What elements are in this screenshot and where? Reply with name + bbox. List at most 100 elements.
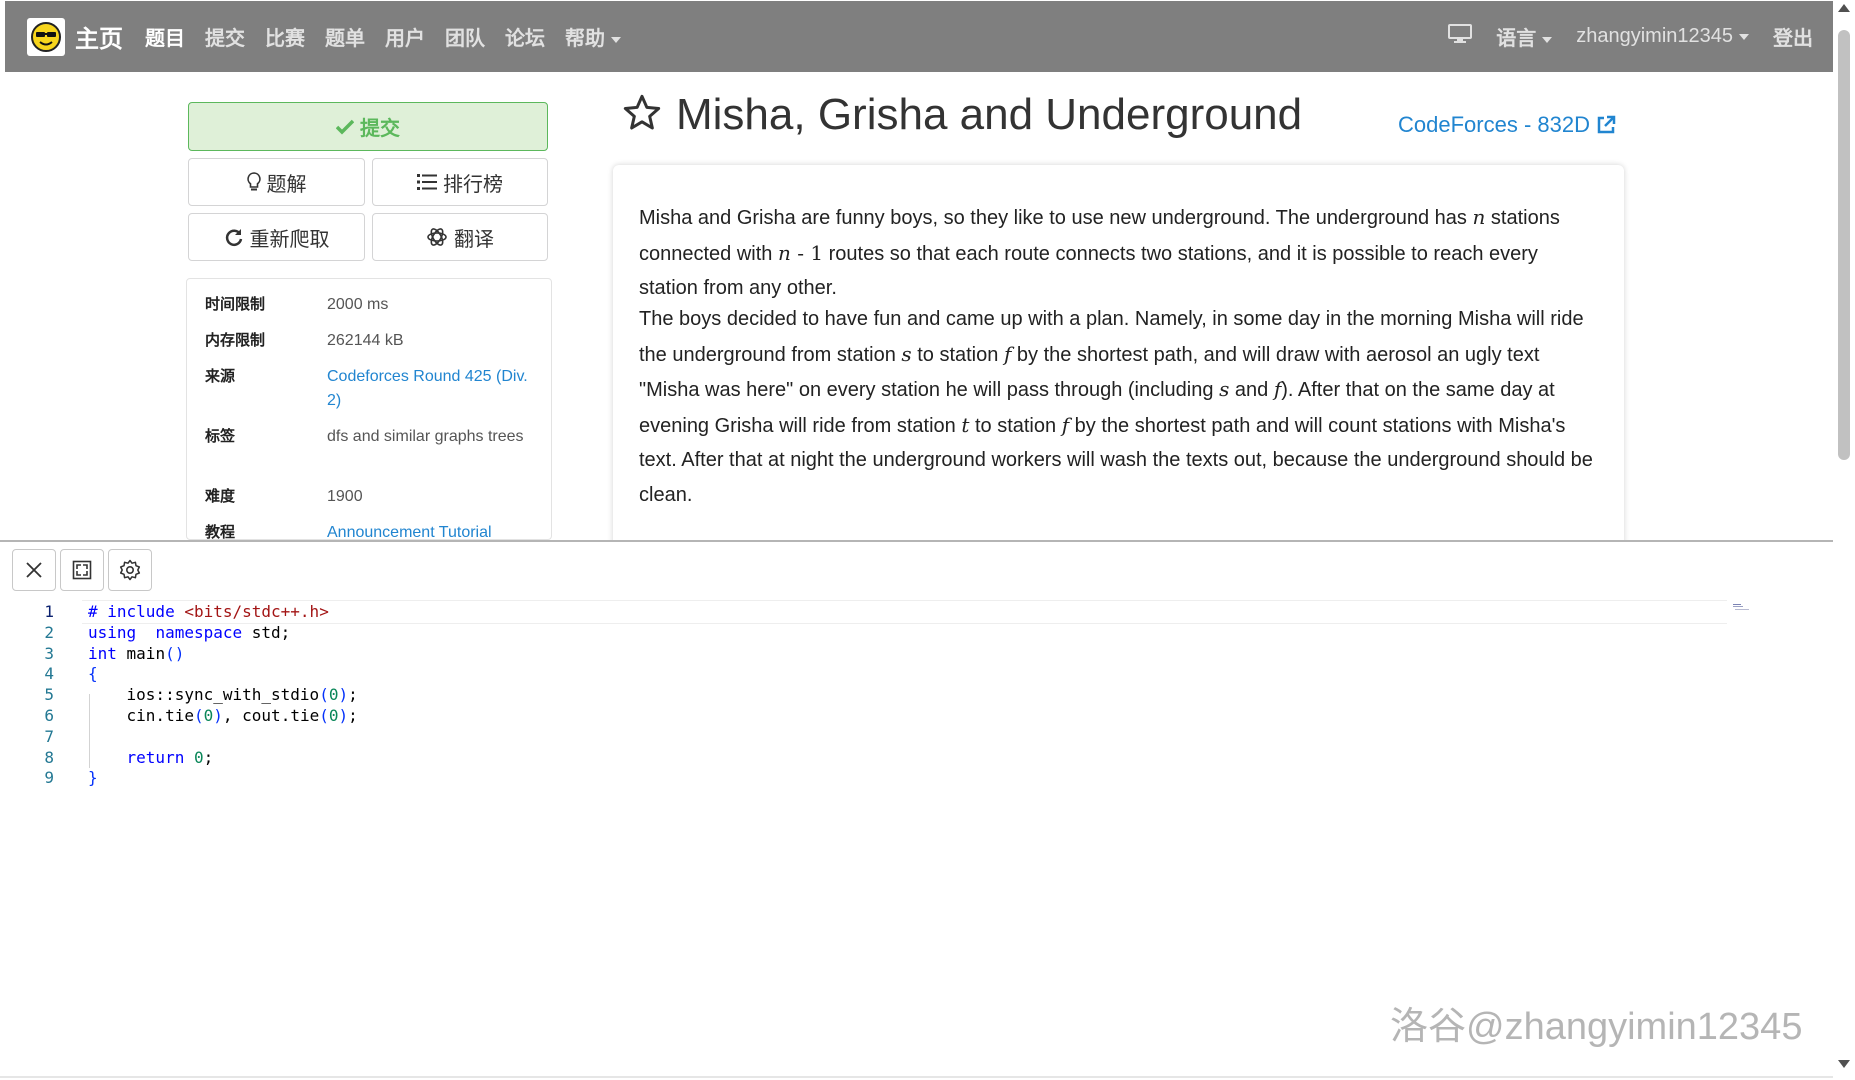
editor-settings-button[interactable] bbox=[108, 549, 152, 591]
external-source-link[interactable]: CodeForces - 832D bbox=[1398, 112, 1616, 138]
nav-problems[interactable]: 题目 bbox=[145, 22, 185, 51]
editor-bottom-border bbox=[0, 1076, 1833, 1078]
nav-help-dropdown[interactable]: 帮助 bbox=[565, 22, 621, 51]
smiley-logo-icon[interactable] bbox=[27, 17, 65, 56]
top-navbar: 主页 题目 提交 比赛 题单 用户 团队 论坛 帮助 语言 zhangyimin… bbox=[5, 1, 1833, 72]
code-token: ) bbox=[213, 706, 223, 725]
code-token: 0 bbox=[328, 706, 339, 725]
memory-limit-row: 内存限制 262144 kB bbox=[205, 329, 545, 353]
logout-link[interactable]: 登出 bbox=[1773, 22, 1813, 51]
code-line[interactable]: } bbox=[88, 768, 98, 787]
statement-segment: and bbox=[1229, 379, 1274, 401]
ranking-button[interactable]: 排行榜 bbox=[372, 158, 548, 206]
chevron-down-icon bbox=[611, 36, 621, 43]
refresh-icon bbox=[224, 227, 244, 247]
refetch-button[interactable]: 重新爬取 bbox=[188, 213, 365, 261]
user-dropdown[interactable]: zhangyimin12345 bbox=[1576, 25, 1749, 48]
code-token: () bbox=[165, 643, 185, 663]
code-token: # include bbox=[88, 602, 185, 621]
problem-title-row: Misha, Grisha and Underground bbox=[622, 90, 1302, 140]
code-line[interactable]: cin.tie(0), cout.tie(0); bbox=[88, 706, 358, 725]
external-link-icon bbox=[1596, 115, 1616, 135]
code-token: ( bbox=[319, 706, 329, 725]
code-line[interactable]: return 0; bbox=[88, 747, 214, 767]
close-icon bbox=[24, 560, 44, 580]
chevron-down-icon bbox=[1542, 36, 1553, 43]
code-line[interactable]: # include <bits/stdc++.h> bbox=[88, 602, 329, 621]
statement-paragraph-1: Misha and Grisha are funny boys, so they… bbox=[639, 200, 1599, 306]
star-icon[interactable] bbox=[622, 93, 662, 138]
difficulty-row: 难度 1900 bbox=[205, 485, 545, 509]
navbar-right: 语言 zhangyimin12345 登出 bbox=[1436, 22, 1825, 51]
statement-segment: n bbox=[777, 240, 791, 265]
external-source-label: CodeForces - 832D bbox=[1398, 112, 1590, 137]
code-token: <bits/stdc++.h> bbox=[184, 602, 329, 621]
scroll-up-arrow-icon[interactable] bbox=[1838, 4, 1850, 12]
code-token: 0 bbox=[203, 706, 214, 725]
line-number: 9 bbox=[44, 768, 54, 788]
code-token: 0 bbox=[193, 747, 204, 767]
line-number: 5 bbox=[44, 685, 54, 705]
solution-label: 题解 bbox=[266, 173, 307, 196]
line-number: 3 bbox=[44, 643, 54, 663]
problem-title: Misha, Grisha and Underground bbox=[676, 90, 1303, 139]
code-token: namespace bbox=[155, 622, 243, 642]
nav-users[interactable]: 用户 bbox=[385, 22, 425, 51]
line-number: 8 bbox=[44, 747, 54, 767]
nav-submissions[interactable]: 提交 bbox=[205, 22, 245, 51]
tags-label: 标签 bbox=[205, 428, 236, 445]
translate-button[interactable]: 翻译 bbox=[372, 213, 548, 261]
refetch-label: 重新爬取 bbox=[249, 228, 330, 251]
statement-segment: s bbox=[1219, 377, 1230, 401]
difficulty-label: 难度 bbox=[205, 488, 236, 505]
statement-segment: s bbox=[901, 341, 912, 366]
statement-segment: n bbox=[1472, 205, 1486, 229]
source-link[interactable]: Codeforces Round 425 (Div. 2) bbox=[327, 365, 545, 413]
gear-icon bbox=[119, 559, 141, 581]
tutorial-link[interactable]: Announcement Tutorial bbox=[327, 521, 492, 540]
language-label: 语言 bbox=[1496, 28, 1537, 50]
code-token: , cout.tie bbox=[222, 706, 320, 725]
code-token: ; bbox=[348, 706, 358, 725]
ranking-label: 排行榜 bbox=[443, 173, 503, 196]
line-number: 2 bbox=[44, 622, 54, 642]
indent-guide bbox=[89, 694, 90, 768]
code-line[interactable]: int main() bbox=[88, 644, 184, 663]
time-limit-label: 时间限制 bbox=[205, 296, 266, 313]
memory-limit-value: 262144 kB bbox=[327, 332, 404, 349]
language-dropdown[interactable]: 语言 bbox=[1496, 22, 1553, 51]
code-token: int bbox=[88, 643, 117, 663]
code-token: cin.tie bbox=[88, 706, 194, 725]
code-token: ios::sync_with_stdio bbox=[88, 685, 320, 705]
code-token: ( bbox=[193, 706, 204, 725]
scroll-down-arrow-icon[interactable] bbox=[1838, 1060, 1850, 1068]
nav-teams[interactable]: 团队 bbox=[445, 22, 485, 51]
nav-problem-lists[interactable]: 题单 bbox=[325, 22, 365, 51]
split-divider[interactable] bbox=[0, 540, 1833, 542]
watermark: 洛谷@zhangyimin12345 bbox=[1390, 1006, 1803, 1048]
solution-button[interactable]: 题解 bbox=[188, 158, 365, 206]
scrollbar-thumb[interactable] bbox=[1838, 30, 1850, 460]
line-number: 4 bbox=[44, 664, 54, 684]
check-icon bbox=[336, 119, 354, 135]
fullscreen-icon bbox=[72, 560, 92, 580]
fullscreen-button[interactable] bbox=[60, 549, 104, 591]
code-line[interactable]: using namespace std; bbox=[88, 623, 290, 642]
tags-value[interactable]: dfs and similar graphs trees bbox=[327, 425, 527, 449]
monitor-icon[interactable] bbox=[1448, 23, 1473, 50]
close-editor-button[interactable] bbox=[12, 549, 56, 591]
brand-home-link[interactable]: 主页 bbox=[75, 19, 123, 54]
code-line[interactable]: { bbox=[88, 664, 98, 683]
code-token: ; bbox=[348, 685, 358, 705]
statement-segment: to station bbox=[969, 414, 1062, 437]
submit-button[interactable]: 提交 bbox=[188, 102, 548, 151]
line-number: 1 bbox=[44, 602, 54, 621]
lightbulb-icon bbox=[246, 172, 261, 192]
code-token: std; bbox=[242, 622, 291, 642]
nav-contests[interactable]: 比赛 bbox=[265, 22, 305, 51]
difficulty-value: 1900 bbox=[327, 488, 363, 505]
nav-forum[interactable]: 论坛 bbox=[505, 22, 545, 51]
editor-minimap[interactable] bbox=[1733, 598, 1753, 610]
code-line[interactable]: ios::sync_with_stdio(0); bbox=[88, 685, 358, 704]
